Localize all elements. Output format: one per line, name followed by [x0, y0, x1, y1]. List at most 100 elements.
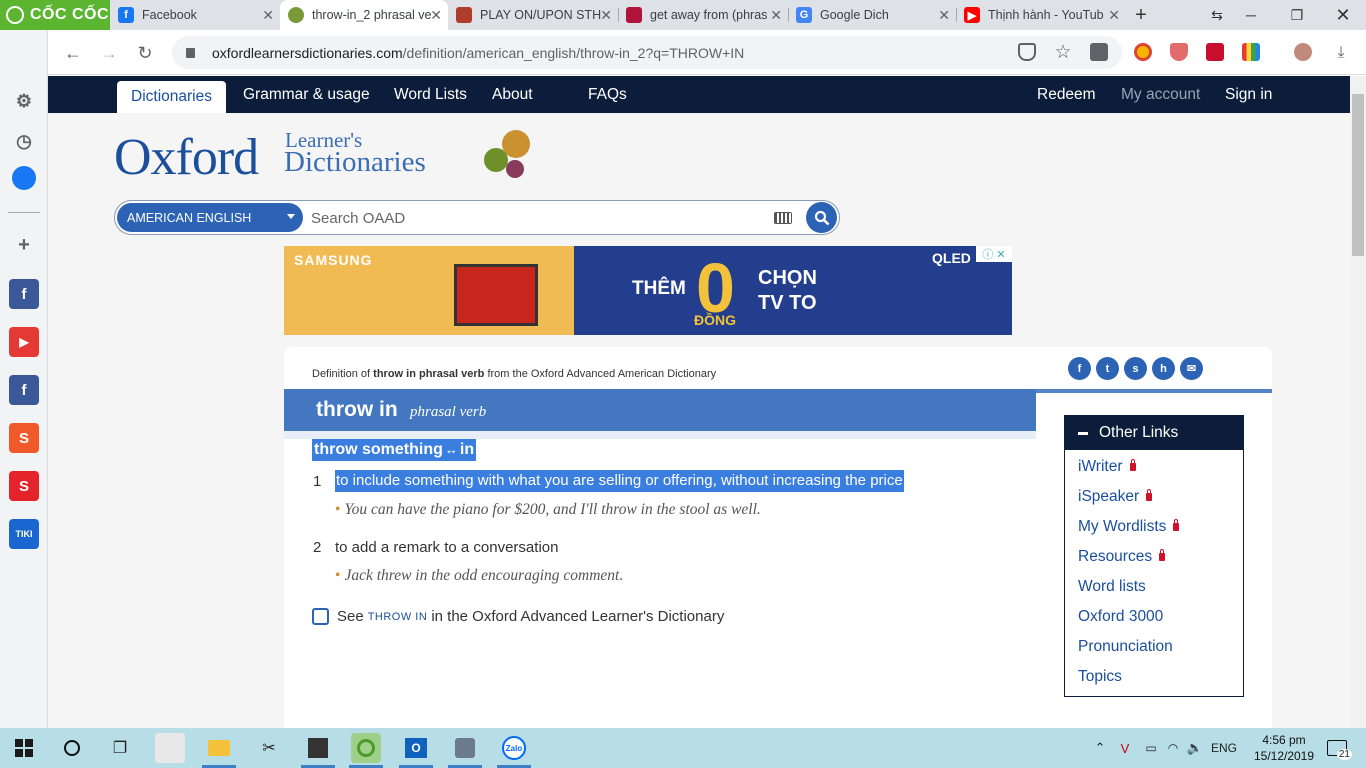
snipping-tool-icon[interactable]: ✂	[254, 733, 284, 763]
windows-taskbar: ❐ ✂ O Zalo ⌃ V ▭ ◠ 🔈 ENG 4:56 pm 15/12/2…	[0, 728, 1366, 768]
nav-sign-in[interactable]: Sign in	[1225, 76, 1272, 113]
nav-dictionaries[interactable]: Dictionaries	[117, 81, 226, 113]
downloads-icon[interactable]: ⤓	[1326, 38, 1356, 68]
windows-start-icon[interactable]	[9, 733, 39, 763]
chrome-extension-icon[interactable]	[1134, 43, 1152, 61]
download-icon[interactable]	[1090, 43, 1108, 61]
maximize-button[interactable]: ❐	[1274, 0, 1320, 30]
app-icon-2[interactable]	[450, 733, 480, 763]
avatar[interactable]	[1294, 43, 1312, 61]
ad-chon-line2: TV TO	[758, 292, 817, 314]
minimize-button[interactable]: ─	[1228, 0, 1274, 30]
link-ispeaker[interactable]: iSpeaker	[1078, 488, 1153, 506]
search-input[interactable]	[311, 208, 711, 228]
task-view-icon[interactable]: ❐	[105, 733, 135, 763]
sticky-notes-icon[interactable]	[303, 733, 333, 763]
facebook-app-icon[interactable]: f	[9, 279, 39, 309]
link-pronunciation[interactable]: Pronunciation	[1078, 638, 1173, 656]
twitter-share-icon[interactable]: t	[1096, 357, 1119, 380]
lock-icon	[1146, 489, 1153, 501]
nav-about[interactable]: About	[492, 76, 533, 113]
adblock-icon[interactable]	[1170, 43, 1188, 61]
link-my-wordlists[interactable]: My Wordlists	[1078, 518, 1180, 536]
nav-faqs[interactable]: FAQs	[588, 76, 627, 113]
new-tab-button[interactable]: +	[1124, 0, 1158, 30]
email-share-icon[interactable]: ✉	[1180, 357, 1203, 380]
language-select[interactable]: AMERICAN ENGLISH	[117, 203, 303, 232]
tab-cambridge[interactable]: PLAY ON/UPON STH ✕	[448, 0, 618, 30]
shopee-app-icon[interactable]: S	[9, 423, 39, 453]
cortana-search-icon[interactable]	[57, 733, 87, 763]
coccoc-taskbar-icon[interactable]	[351, 733, 381, 763]
messenger-icon[interactable]	[12, 166, 36, 190]
tab-google-translate[interactable]: G Google Dich ✕	[788, 0, 956, 30]
see-also-link[interactable]: See THROW IN in the Oxford Advanced Lear…	[312, 608, 724, 625]
clock-date: 15/12/2019	[1253, 749, 1315, 763]
nav-my-account[interactable]: My account	[1121, 76, 1200, 113]
volume-icon[interactable]: 🔈	[1180, 733, 1210, 763]
add-app-icon[interactable]: +	[9, 230, 39, 260]
close-window-button[interactable]: ✕	[1320, 0, 1366, 30]
close-tab-icon[interactable]: ✕	[1108, 7, 1120, 24]
back-button[interactable]: ←	[58, 38, 88, 68]
close-tab-icon[interactable]: ✕	[430, 7, 442, 24]
outlook-icon[interactable]: O	[401, 733, 431, 763]
red-extension-icon[interactable]	[1206, 43, 1224, 61]
youtube-app-icon[interactable]: ▶	[9, 327, 39, 357]
close-tab-icon[interactable]: ✕	[938, 7, 950, 24]
sendo-app-icon[interactable]: S	[9, 471, 39, 501]
link-resources[interactable]: Resources	[1078, 548, 1166, 566]
link-topics[interactable]: Topics	[1078, 668, 1122, 686]
input-language[interactable]: ENG	[1208, 733, 1240, 763]
advertisement-banner[interactable]: SAMSUNG THÊM 0 ĐỒNG CHỌN TV TO QLED ⓘ ✕	[284, 246, 1012, 335]
def-of-prefix: Definition of	[312, 368, 374, 380]
forward-button[interactable]: →	[94, 38, 124, 68]
close-tab-icon[interactable]: ✕	[770, 7, 782, 24]
history-icon[interactable]: ◷	[9, 126, 39, 156]
zalo-icon[interactable]: Zalo	[499, 733, 529, 763]
facebook-app-icon-2[interactable]: f	[9, 375, 39, 405]
google-translate-icon: G	[796, 7, 812, 23]
keyboard-icon[interactable]	[774, 212, 792, 224]
nav-word-lists[interactable]: Word Lists	[394, 76, 467, 113]
see-suffix: in the Oxford Advanced Learner's Diction…	[431, 608, 725, 625]
address-bar[interactable]: oxfordlearnersdictionaries.com/definitio…	[172, 36, 1122, 69]
tab-facebook[interactable]: f Facebook ✕	[110, 0, 280, 30]
nav-grammar[interactable]: Grammar & usage	[243, 76, 370, 113]
nav-redeem[interactable]: Redeem	[1037, 76, 1096, 113]
phrasal-form-part2: in	[459, 441, 475, 458]
link-word-lists[interactable]: Word lists	[1078, 578, 1146, 596]
sidebar-divider	[8, 212, 40, 213]
close-tab-icon[interactable]: ✕	[600, 7, 612, 24]
color-extension-icon[interactable]	[1242, 43, 1260, 61]
hi5-share-icon[interactable]: h	[1152, 357, 1175, 380]
part-of-speech: phrasal verb	[410, 404, 487, 420]
link-label: Pronunciation	[1078, 638, 1173, 655]
scrollbar-thumb[interactable]	[1352, 94, 1364, 256]
link-iwriter[interactable]: iWriter	[1078, 458, 1136, 476]
close-tab-icon[interactable]: ✕	[262, 7, 274, 24]
reload-button[interactable]: ↻	[130, 38, 160, 68]
tab-get-away[interactable]: get away from (phras ✕	[618, 0, 788, 30]
facebook-share-icon[interactable]: f	[1068, 357, 1091, 380]
see-link-word[interactable]: THROW IN	[368, 611, 428, 623]
brand-label: CỐC CỐC	[30, 6, 110, 23]
tab-youtube[interactable]: ▶ Thịnh hành - YouTub ✕	[956, 0, 1126, 30]
settings-gear-icon[interactable]: ⚙	[9, 86, 39, 116]
ad-close-icon[interactable]: ⓘ ✕	[976, 246, 1012, 262]
notifications-icon[interactable]: 21	[1322, 733, 1352, 763]
clock[interactable]: 4:56 pm 15/12/2019	[1250, 732, 1318, 764]
tab-oxford[interactable]: throw-in_2 phrasal ve ✕	[280, 0, 448, 30]
app-icon-1[interactable]	[155, 733, 185, 763]
coccoc-menu-button[interactable]: CỐC CỐC	[0, 0, 110, 30]
lock-icon	[1129, 459, 1136, 471]
stumbleupon-share-icon[interactable]: s	[1124, 357, 1147, 380]
search-button[interactable]	[806, 202, 837, 233]
tiki-app-icon[interactable]: TIKI	[9, 519, 39, 549]
file-explorer-icon[interactable]	[204, 733, 234, 763]
shield-icon[interactable]	[1018, 43, 1036, 61]
other-links-header[interactable]: Other Links	[1065, 416, 1243, 450]
link-oxford-3000[interactable]: Oxford 3000	[1078, 608, 1163, 626]
star-bookmark-icon[interactable]: ☆	[1048, 37, 1078, 67]
notification-count: 21	[1336, 749, 1352, 760]
